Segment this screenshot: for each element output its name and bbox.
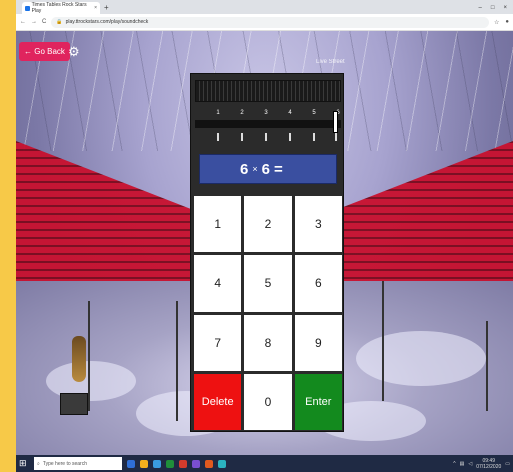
ruler-tick [241,133,243,141]
ruler-number: 2 [240,110,244,116]
tab-close-icon[interactable]: × [94,5,97,11]
number-keypad: 1 2 3 4 5 6 7 8 9 Delete 0 Enter [194,196,342,430]
url-text: play.ttrockstars.com/play/soundcheck [65,19,149,25]
taskbar-app-icon[interactable] [166,459,174,468]
profile-icon[interactable]: ● [505,19,509,26]
ruler-handle [333,111,338,133]
taskbar-app-icon[interactable] [205,459,213,468]
key-7[interactable]: 7 [194,314,242,371]
question-operator: × [252,164,258,174]
game-viewport: ← Go Back ⚙ Live Street 1 2 3 4 5 6 6 × … [16,31,513,455]
clock-date: 07/12/2020 [476,463,502,470]
question-left-operand: 6 [240,160,249,178]
network-icon[interactable]: ▤ [460,461,465,467]
minimize-button[interactable]: – [479,2,482,14]
search-icon: ⌕ [37,460,40,467]
ruler-tick [265,133,267,141]
ruler-track [195,120,341,128]
key-2[interactable]: 2 [244,196,292,253]
key-4[interactable]: 4 [194,255,242,312]
key-0[interactable]: 0 [244,373,292,430]
taskbar-search-placeholder: Type here to search [42,460,88,467]
taskbar-app-icon[interactable] [153,459,161,468]
mic-stand [88,301,90,411]
ruler-number: 5 [312,110,316,116]
reload-icon[interactable]: C [42,19,46,25]
spotlight [356,331,486,386]
ruler-number: 1 [216,110,220,116]
taskbar-clock[interactable]: 09:49 07/12/2020 [476,458,501,470]
key-6[interactable]: 6 [294,255,342,312]
question-equals: = [273,160,283,178]
go-back-button[interactable]: ← Go Back [19,42,70,61]
delete-button[interactable]: Delete [194,373,242,430]
question-right-operand: 6 [261,160,270,178]
brand-logo: Live Street [316,59,345,65]
amplifier-prop [60,393,88,415]
taskbar-app-icon[interactable] [192,459,200,468]
gear-icon[interactable]: ⚙ [68,45,81,58]
address-bar: ← → C 🔒 play.ttrockstars.com/play/soundc… [16,14,513,31]
ruler-tick [217,133,219,141]
key-1[interactable]: 1 [194,196,242,253]
ruler-number: 4 [288,110,292,116]
screen: Times Tables Rock Stars Play × + – □ × ←… [16,0,513,472]
ruler-tick [335,133,337,141]
browser-right-icons: ☆ ● [494,19,509,26]
notification-icon[interactable]: ▭ [505,461,510,467]
calculator-panel: 1 2 3 4 5 6 6 × 6 = 1 2 3 4 5 6 7 8 9 De… [190,73,344,432]
ruler-number: 3 [264,110,268,116]
bookmark-star-icon[interactable]: ☆ [494,19,499,26]
mic-stand [382,281,384,401]
mic-stand [176,301,178,421]
windows-taskbar: ⊞ ⌕ Type here to search ^ ▤ ◁ 09:49 07/1… [16,455,513,472]
ruler-tick [289,133,291,141]
back-arrow-icon[interactable]: ← [20,19,26,25]
new-tab-button[interactable]: + [104,2,109,14]
maximize-button[interactable]: □ [491,2,495,14]
guitar-prop [72,336,86,382]
browser-tab-strip: Times Tables Rock Stars Play × + – □ × [16,0,513,14]
timing-ruler: 1 2 3 4 5 6 [195,106,343,144]
lock-icon: 🔒 [56,19,63,25]
windows-start-icon[interactable]: ⊞ [19,458,29,469]
taskbar-app-icon[interactable] [218,459,226,468]
taskbar-app-icon[interactable] [179,459,187,468]
system-tray: ^ ▤ ◁ 09:49 07/12/2020 ▭ [453,458,510,470]
mic-stand [486,321,488,411]
question-display: 6 × 6 = [199,154,337,184]
taskbar-app-icon[interactable] [127,459,135,468]
taskbar-app-icon[interactable] [140,459,148,468]
ruler-tick [313,133,315,141]
favicon-icon [25,5,30,11]
url-field[interactable]: 🔒 play.ttrockstars.com/play/soundcheck [51,16,489,28]
key-9[interactable]: 9 [294,314,342,371]
window-controls: – □ × [479,2,513,14]
tab-title: Times Tables Rock Stars Play [31,2,87,14]
key-5[interactable]: 5 [244,255,292,312]
chevron-up-icon[interactable]: ^ [453,461,455,467]
close-window-button[interactable]: × [503,2,507,14]
browser-tab[interactable]: Times Tables Rock Stars Play × [22,2,100,14]
enter-button[interactable]: Enter [294,373,342,430]
forward-arrow-icon[interactable]: → [31,19,37,25]
taskbar-search-box[interactable]: ⌕ Type here to search [34,457,122,470]
progress-meter [195,80,341,102]
key-3[interactable]: 3 [294,196,342,253]
volume-icon[interactable]: ◁ [468,461,472,467]
key-8[interactable]: 8 [244,314,292,371]
